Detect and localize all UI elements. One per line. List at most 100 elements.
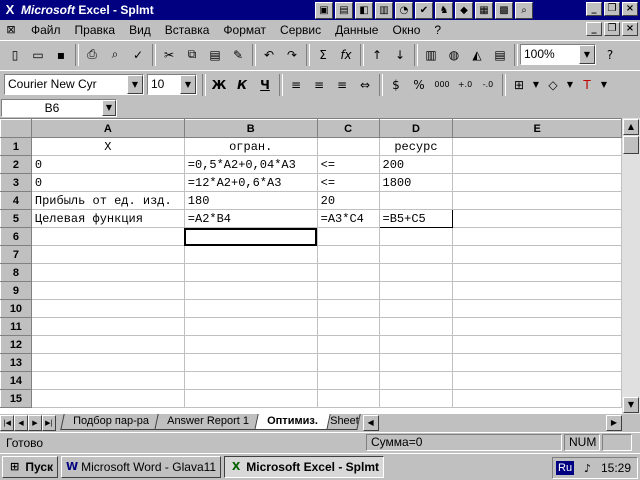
cell[interactable] <box>452 281 622 300</box>
column-header[interactable]: C <box>316 119 380 138</box>
sort-descending-icon[interactable]: ↓ <box>389 44 411 66</box>
chevron-down-icon[interactable]: ▼ <box>579 45 595 64</box>
name-box[interactable]: B6 ▼ <box>1 99 117 117</box>
cell[interactable]: =12*A2+0,6*A3 <box>183 173 318 192</box>
office-shortcut-icon[interactable]: ▩ <box>495 1 513 19</box>
cell[interactable]: 1800 <box>378 173 454 192</box>
worksheet-grid[interactable]: A B C D E 1 Xогран. ресурс 2 0 =0,5*A2+0,04*A… <box>0 118 622 414</box>
column-header[interactable]: B <box>183 119 318 138</box>
align-right-icon[interactable]: ≡ <box>331 74 353 96</box>
currency-icon[interactable]: $ <box>385 74 407 96</box>
doc-minimize-button[interactable]: _ <box>586 22 602 36</box>
cell[interactable]: X <box>30 137 185 156</box>
print-preview-icon[interactable]: ⌕ <box>104 44 126 66</box>
cell[interactable] <box>316 245 380 264</box>
cell[interactable] <box>452 155 622 174</box>
scroll-down-icon[interactable]: ▼ <box>623 397 639 413</box>
row-header[interactable]: 8 <box>0 263 32 282</box>
office-shortcut-icon[interactable]: ✔ <box>415 1 433 19</box>
cell[interactable]: =A3*C4 <box>316 209 380 228</box>
cell[interactable] <box>452 209 622 228</box>
office-shortcut-icon[interactable]: ⌕ <box>515 1 533 19</box>
cell[interactable] <box>30 389 185 408</box>
speaker-icon[interactable]: ♪ <box>584 462 591 475</box>
chevron-down-icon[interactable]: ▼ <box>599 74 609 96</box>
cell[interactable] <box>183 299 318 318</box>
minimize-button[interactable]: _ <box>586 2 602 16</box>
workbook-icon[interactable]: ⊠ <box>2 22 20 38</box>
cell[interactable]: огран. <box>183 137 318 156</box>
cell[interactable] <box>452 299 622 318</box>
row-header[interactable]: 6 <box>0 227 32 246</box>
cell[interactable] <box>316 335 380 354</box>
cell[interactable] <box>452 335 622 354</box>
cell[interactable]: 0 <box>30 155 185 174</box>
autosum-icon[interactable]: Σ <box>312 44 334 66</box>
language-indicator[interactable]: Ru <box>556 461 575 475</box>
copy-icon[interactable]: ⧉ <box>181 44 203 66</box>
task-word[interactable]: W Microsoft Word - Glava11 <box>61 456 221 478</box>
decrease-decimal-icon[interactable]: -.0 <box>477 74 499 96</box>
sheet-tab-active[interactable]: Оптимиз. <box>254 414 331 430</box>
italic-button[interactable]: К <box>231 74 253 96</box>
cell[interactable] <box>316 227 380 246</box>
cell[interactable] <box>30 335 185 354</box>
title-bar[interactable]: X Microsoft Excel - Splmt ▣ ▤ ◧ ▥ ◔ ✔ ♞ … <box>0 0 640 20</box>
cell[interactable] <box>378 299 454 318</box>
menu-file[interactable]: Файл <box>24 21 68 39</box>
scroll-up-icon[interactable]: ▲ <box>623 119 639 135</box>
function-wizard-icon[interactable]: fx <box>335 44 357 66</box>
scroll-right-icon[interactable]: ▶ <box>606 415 622 431</box>
scroll-left-icon[interactable]: ◀ <box>362 415 379 431</box>
tip-wizard-icon[interactable]: ▤ <box>489 44 511 66</box>
cell[interactable]: <= <box>316 173 380 192</box>
cell[interactable]: 0 <box>30 173 185 192</box>
cell[interactable]: <= <box>316 155 380 174</box>
cell[interactable] <box>378 281 454 300</box>
cell[interactable] <box>316 371 380 390</box>
chevron-down-icon[interactable]: ▼ <box>565 74 575 96</box>
save-icon[interactable]: ▪ <box>50 44 72 66</box>
cell[interactable] <box>378 245 454 264</box>
open-icon[interactable]: ▭ <box>27 44 49 66</box>
start-button[interactable]: ⊞ Пуск <box>2 456 58 478</box>
scroll-thumb[interactable] <box>623 136 639 154</box>
new-icon[interactable]: ▯ <box>4 44 26 66</box>
row-header[interactable]: 7 <box>0 245 32 264</box>
cell[interactable] <box>183 245 318 264</box>
cell[interactable] <box>378 335 454 354</box>
cell[interactable] <box>30 263 185 282</box>
increase-decimal-icon[interactable]: +.0 <box>454 74 476 96</box>
print-icon[interactable]: ⎙ <box>81 44 103 66</box>
cell[interactable] <box>378 227 454 246</box>
menu-window[interactable]: Окно <box>385 21 427 39</box>
row-header[interactable]: 1 <box>0 137 32 156</box>
cell[interactable] <box>452 245 622 264</box>
last-sheet-icon[interactable]: ▶| <box>42 415 56 431</box>
font-color-icon[interactable]: T <box>576 74 598 96</box>
menu-insert[interactable]: Вставка <box>158 21 217 39</box>
row-header[interactable]: 9 <box>0 281 32 300</box>
first-sheet-icon[interactable]: |◀ <box>0 415 14 431</box>
drawing-icon[interactable]: ◭ <box>466 44 488 66</box>
font-name-select[interactable]: Courier New Cyr ▼ <box>4 74 144 95</box>
map-icon[interactable]: ◍ <box>443 44 465 66</box>
format-painter-icon[interactable]: ✎ <box>227 44 249 66</box>
sort-ascending-icon[interactable]: ↑ <box>366 44 388 66</box>
cell[interactable]: Прибыль от ед. изд. <box>30 191 185 210</box>
cell[interactable]: =A2*B4 <box>183 209 318 228</box>
align-left-icon[interactable]: ≡ <box>285 74 307 96</box>
clock[interactable]: 15:29 <box>601 461 631 475</box>
prev-sheet-icon[interactable]: ◀ <box>14 415 28 431</box>
cell[interactable] <box>316 263 380 282</box>
office-shortcut-icon[interactable]: ◔ <box>395 1 413 19</box>
column-header[interactable]: D <box>378 119 454 138</box>
underline-button[interactable]: Ч <box>254 74 276 96</box>
cell[interactable] <box>316 299 380 318</box>
restore-button[interactable]: ❐ <box>604 2 620 16</box>
fill-color-icon[interactable]: ◇ <box>542 74 564 96</box>
doc-restore-button[interactable]: ❐ <box>604 22 620 36</box>
cell[interactable] <box>452 173 622 192</box>
cell[interactable] <box>30 245 185 264</box>
next-sheet-icon[interactable]: ▶ <box>28 415 42 431</box>
